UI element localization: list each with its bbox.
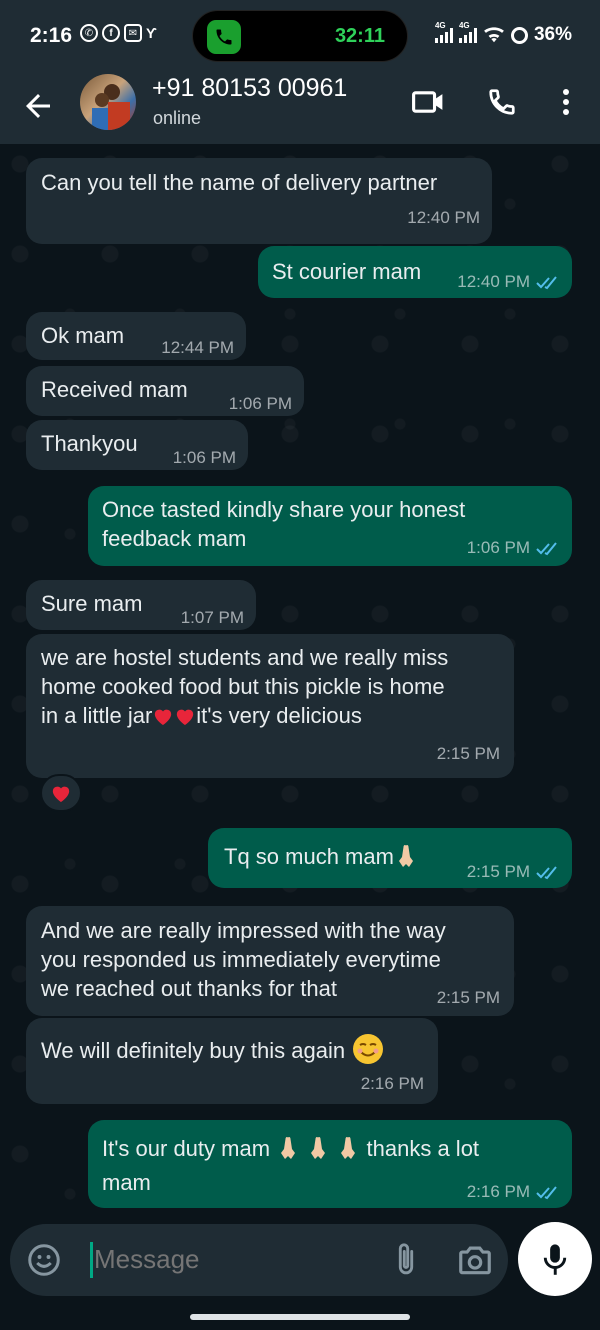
battery-percent: 36% xyxy=(533,24,572,45)
outgoing-message[interactable]: Once tasted kindly share your honest fee… xyxy=(88,486,572,566)
text-caret xyxy=(90,1242,93,1278)
attach-icon[interactable] xyxy=(388,1240,424,1280)
emoji-icon[interactable] xyxy=(26,1242,62,1278)
incoming-message[interactable]: we are hostel students and we really mis… xyxy=(26,634,514,778)
message-text: Can you tell the name of delivery partne… xyxy=(41,170,438,195)
app-notification-icon: ✉ xyxy=(124,24,142,42)
avatar[interactable] xyxy=(80,74,136,130)
message-time: 2:15 PM xyxy=(436,988,500,1007)
signal-icon: 4G xyxy=(434,21,453,43)
incoming-message[interactable]: Can you tell the name of delivery partne… xyxy=(26,158,492,244)
folded-hands-emoji xyxy=(398,845,413,867)
facebook-notification-icon: f xyxy=(102,24,120,42)
phone-icon xyxy=(207,20,241,54)
chat-header: +91 80153 00961 online xyxy=(0,70,600,144)
folded-hands-emoji xyxy=(311,1137,326,1159)
wifi-icon xyxy=(484,27,504,43)
composer-bar xyxy=(0,1222,600,1330)
contact-name[interactable]: +91 80153 00961 xyxy=(152,74,347,103)
message-time: 12:40 PM xyxy=(407,208,480,227)
read-receipt-icon xyxy=(536,541,557,555)
mic-icon xyxy=(543,1244,567,1275)
message-text: Thankyou xyxy=(41,431,138,456)
message-time: 2:16 PM xyxy=(360,1074,424,1093)
message-time: 1:06 PM xyxy=(228,394,292,413)
clock: 2:16 xyxy=(30,24,73,47)
outgoing-message[interactable]: It's our duty mam thanks a lot mam 2:16 P… xyxy=(88,1120,572,1208)
read-receipt-icon xyxy=(536,275,557,289)
message-list[interactable]: Can you tell the name of delivery partne… xyxy=(0,144,600,1224)
message-box[interactable] xyxy=(10,1224,508,1296)
heart-emoji xyxy=(155,709,172,726)
message-time: 2:15 PM xyxy=(436,744,500,763)
message-text: St courier mam xyxy=(272,259,422,284)
fork-notification-icon: ϒ xyxy=(146,25,157,41)
message-text: Tq so much mam xyxy=(224,842,418,871)
message-text: It's our duty mam thanks a lot mam xyxy=(102,1136,480,1195)
message-time: 1:06 PM xyxy=(172,448,236,467)
message-text: Ok mam xyxy=(41,323,125,348)
camera-icon[interactable] xyxy=(456,1241,494,1279)
outgoing-message[interactable]: Tq so much mam 2:15 PM xyxy=(208,828,572,888)
video-call-icon[interactable] xyxy=(410,84,446,120)
voice-call-icon[interactable] xyxy=(484,84,520,120)
incoming-message[interactable]: Sure mam 1:07 PM xyxy=(26,580,256,630)
message-meta: 2:15 PM xyxy=(467,862,560,882)
signal-icon: 4G xyxy=(458,21,477,43)
folded-hands-emoji xyxy=(281,1137,296,1159)
message-text: Received mam xyxy=(41,377,188,402)
message-input[interactable] xyxy=(94,1244,374,1275)
battery-icon xyxy=(510,26,528,44)
incoming-message[interactable]: And we are really impressed with the way… xyxy=(26,906,514,1016)
call-timer: 32:11 xyxy=(334,25,385,47)
more-options-icon[interactable] xyxy=(548,84,584,120)
status-bar: 2:16 ✆ f ✉ ϒ 32:11 4G 4G 36% xyxy=(0,0,600,70)
message-text: We will definitely buy this again xyxy=(41,1032,385,1066)
contact-status: online xyxy=(153,108,202,128)
notification-icons: ✆ f ✉ ϒ xyxy=(80,24,157,42)
incoming-message[interactable]: Ok mam 12:44 PM xyxy=(26,312,246,360)
whatsapp-notification-icon: ✆ xyxy=(80,24,98,42)
folded-hands-emoji xyxy=(341,1137,356,1159)
system-indicators: 4G 4G 36% xyxy=(434,21,572,46)
mic-button[interactable] xyxy=(518,1222,592,1296)
incoming-message[interactable]: Received mam 1:06 PM xyxy=(26,366,304,416)
incoming-message[interactable]: Thankyou 1:06 PM xyxy=(26,420,248,470)
message-reaction[interactable] xyxy=(40,774,82,812)
message-meta: 2:16 PM xyxy=(467,1182,560,1202)
message-text: Once tasted kindly share your honest fee… xyxy=(102,497,466,551)
message-text: Sure mam xyxy=(41,591,143,616)
message-time: 1:07 PM xyxy=(180,608,244,627)
message-meta: 1:06 PM xyxy=(467,538,560,558)
home-indicator[interactable] xyxy=(190,1314,410,1320)
heart-emoji xyxy=(52,786,70,803)
smiling-face-emoji xyxy=(353,1034,384,1064)
message-text: we are hostel students and we really mis… xyxy=(41,645,449,728)
ongoing-call-pill[interactable]: 32:11 xyxy=(192,10,408,62)
message-meta: 12:40 PM xyxy=(457,272,560,292)
back-arrow-icon[interactable] xyxy=(20,88,56,124)
read-receipt-icon xyxy=(536,865,557,879)
read-receipt-icon xyxy=(536,1185,557,1199)
heart-emoji xyxy=(177,709,194,726)
incoming-message[interactable]: We will definitely buy this again 2:16 P… xyxy=(26,1018,438,1104)
message-time: 12:44 PM xyxy=(161,338,234,357)
message-text: And we are really impressed with the way… xyxy=(41,918,446,1001)
outgoing-message[interactable]: St courier mam 12:40 PM xyxy=(258,246,572,298)
